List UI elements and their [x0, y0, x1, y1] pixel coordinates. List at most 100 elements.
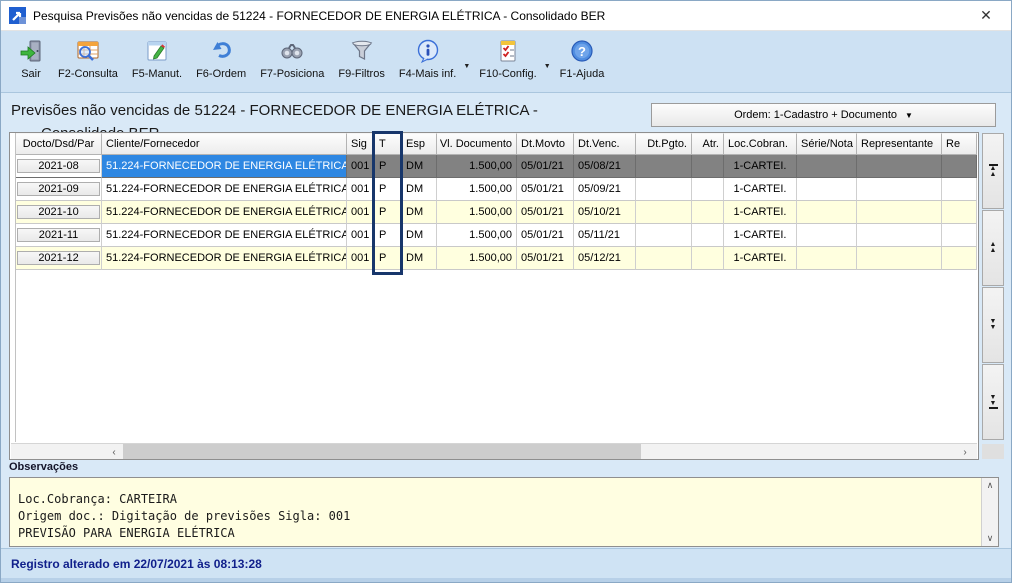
table-cell-cliente[interactable]: 51.224-FORNECEDOR DE ENERGIA ELÉTRICA [102, 155, 347, 178]
table-cell-re[interactable] [942, 155, 977, 178]
horizontal-scrollbar-thumb[interactable] [123, 444, 641, 460]
row-docto-button-cell[interactable]: 2021-09 [16, 178, 102, 201]
table-cell-cliente[interactable]: 51.224-FORNECEDOR DE ENERGIA ELÉTRICA [102, 247, 347, 270]
column-header-docto[interactable]: Docto/Dsd/Par [16, 133, 102, 155]
row-docto-button-cell[interactable]: 2021-10 [16, 201, 102, 224]
table-row[interactable]: 2021-0851.224-FORNECEDOR DE ENERGIA ELÉT… [16, 155, 978, 178]
table-cell-movto[interactable]: 05/01/21 [517, 155, 574, 178]
table-cell-loc[interactable]: 1-CARTEI. [724, 224, 797, 247]
observacoes-box[interactable]: Loc.Cobrança: CARTEIRA Origem doc.: Digi… [9, 477, 999, 547]
table-cell-repr[interactable] [857, 247, 942, 270]
table-cell-t[interactable]: P [375, 178, 402, 201]
column-header-sig[interactable]: Sig [347, 133, 375, 155]
table-cell-movto[interactable]: 05/01/21 [517, 247, 574, 270]
table-cell-re[interactable] [942, 178, 977, 201]
table-cell-vl[interactable]: 1.500,00 [437, 201, 517, 224]
scroll-down-icon[interactable]: ∨ [982, 533, 998, 544]
docto-row-button[interactable]: 2021-09 [17, 182, 100, 196]
table-cell-vl[interactable]: 1.500,00 [437, 155, 517, 178]
table-cell-pgto[interactable] [636, 155, 692, 178]
table-cell-cliente[interactable]: 51.224-FORNECEDOR DE ENERGIA ELÉTRICA [102, 224, 347, 247]
table-cell-re[interactable] [942, 224, 977, 247]
page-down-button[interactable]: ▼▼ [982, 287, 1004, 363]
table-cell-atr[interactable] [692, 155, 724, 178]
column-header-dt-pgto[interactable]: Dt.Pgto. [636, 133, 692, 155]
table-cell-re[interactable] [942, 247, 977, 270]
table-cell-t[interactable]: P [375, 155, 402, 178]
scroll-left-icon[interactable]: ‹ [106, 444, 122, 460]
column-header-dt-movto[interactable]: Dt.Movto [517, 133, 574, 155]
table-cell-esp[interactable]: DM [402, 247, 437, 270]
table-cell-esp[interactable]: DM [402, 224, 437, 247]
page-up-button[interactable]: ▲▲ [982, 210, 1004, 286]
table-cell-loc[interactable]: 1-CARTEI. [724, 201, 797, 224]
table-cell-pgto[interactable] [636, 224, 692, 247]
table-row[interactable]: 2021-0951.224-FORNECEDOR DE ENERGIA ELÉT… [16, 178, 978, 201]
table-cell-pgto[interactable] [636, 247, 692, 270]
table-cell-t[interactable]: P [375, 201, 402, 224]
scroll-up-icon[interactable]: ∧ [982, 480, 998, 491]
table-row[interactable]: 2021-1151.224-FORNECEDOR DE ENERGIA ELÉT… [16, 224, 978, 247]
table-cell-esp[interactable]: DM [402, 155, 437, 178]
table-cell-atr[interactable] [692, 201, 724, 224]
ordem-dropdown-button[interactable]: Ordem: 1-Cadastro + Documento ▼ [651, 103, 996, 127]
table-cell-sig[interactable]: 001 [347, 224, 375, 247]
table-cell-cliente[interactable]: 51.224-FORNECEDOR DE ENERGIA ELÉTRICA [102, 178, 347, 201]
table-cell-repr[interactable] [857, 201, 942, 224]
f7-posiciona-button[interactable]: F7-Posiciona [253, 35, 331, 82]
scroll-to-last-button[interactable]: ▼▼ [982, 364, 1004, 440]
table-cell-atr[interactable] [692, 247, 724, 270]
table-cell-esp[interactable]: DM [402, 201, 437, 224]
column-header-re[interactable]: Re [942, 133, 977, 155]
table-cell-serie[interactable] [797, 155, 857, 178]
sair-button[interactable]: Sair [11, 35, 51, 82]
scroll-right-icon[interactable]: › [957, 444, 973, 460]
docto-row-button[interactable]: 2021-11 [17, 228, 100, 242]
table-cell-cliente[interactable]: 51.224-FORNECEDOR DE ENERGIA ELÉTRICA [102, 201, 347, 224]
column-header-esp[interactable]: Esp [402, 133, 437, 155]
table-cell-vl[interactable]: 1.500,00 [437, 247, 517, 270]
table-cell-esp[interactable]: DM [402, 178, 437, 201]
table-cell-t[interactable]: P [375, 247, 402, 270]
docto-row-button[interactable]: 2021-12 [17, 251, 100, 265]
table-cell-loc[interactable]: 1-CARTEI. [724, 155, 797, 178]
table-cell-serie[interactable] [797, 247, 857, 270]
table-cell-serie[interactable] [797, 224, 857, 247]
column-header-cliente[interactable]: Cliente/Fornecedor [102, 133, 347, 155]
table-cell-serie[interactable] [797, 201, 857, 224]
table-cell-pgto[interactable] [636, 201, 692, 224]
table-row[interactable]: 2021-1051.224-FORNECEDOR DE ENERGIA ELÉT… [16, 201, 978, 224]
table-cell-vl[interactable]: 1.500,00 [437, 224, 517, 247]
table-cell-vl[interactable]: 1.500,00 [437, 178, 517, 201]
table-cell-sig[interactable]: 001 [347, 201, 375, 224]
row-docto-button-cell[interactable]: 2021-12 [16, 247, 102, 270]
table-cell-repr[interactable] [857, 155, 942, 178]
column-header-representante[interactable]: Representante [857, 133, 942, 155]
config-dropdown-arrow[interactable]: ▼ [544, 63, 551, 70]
table-cell-loc[interactable]: 1-CARTEI. [724, 247, 797, 270]
f4-mais-inf-button[interactable]: F4-Mais inf. [392, 35, 463, 82]
table-cell-serie[interactable] [797, 178, 857, 201]
table-cell-t[interactable]: P [375, 224, 402, 247]
observacoes-scrollbar[interactable]: ∧ ∨ [981, 478, 998, 546]
table-cell-venc[interactable]: 05/11/21 [574, 224, 636, 247]
table-cell-venc[interactable]: 05/08/21 [574, 155, 636, 178]
table-cell-loc[interactable]: 1-CARTEI. [724, 178, 797, 201]
column-header-loc-cobran[interactable]: Loc.Cobran. [724, 133, 797, 155]
column-header-t[interactable]: T [375, 133, 402, 155]
column-header-dt-venc[interactable]: Dt.Venc. [574, 133, 636, 155]
table-cell-venc[interactable]: 05/12/21 [574, 247, 636, 270]
table-cell-movto[interactable]: 05/01/21 [517, 178, 574, 201]
table-cell-re[interactable] [942, 201, 977, 224]
f5-manut-button[interactable]: F5-Manut. [125, 35, 189, 82]
table-row[interactable]: 2021-1251.224-FORNECEDOR DE ENERGIA ELÉT… [16, 247, 978, 270]
docto-row-button[interactable]: 2021-10 [17, 205, 100, 219]
table-cell-atr[interactable] [692, 178, 724, 201]
table-cell-venc[interactable]: 05/09/21 [574, 178, 636, 201]
row-docto-button-cell[interactable]: 2021-08 [16, 155, 102, 178]
table-cell-sig[interactable]: 001 [347, 178, 375, 201]
column-header-atr[interactable]: Atr. [692, 133, 724, 155]
docto-row-button[interactable]: 2021-08 [17, 159, 100, 173]
f1-ajuda-button[interactable]: ? F1-Ajuda [553, 35, 612, 82]
f9-filtros-button[interactable]: F9-Filtros [331, 35, 391, 82]
